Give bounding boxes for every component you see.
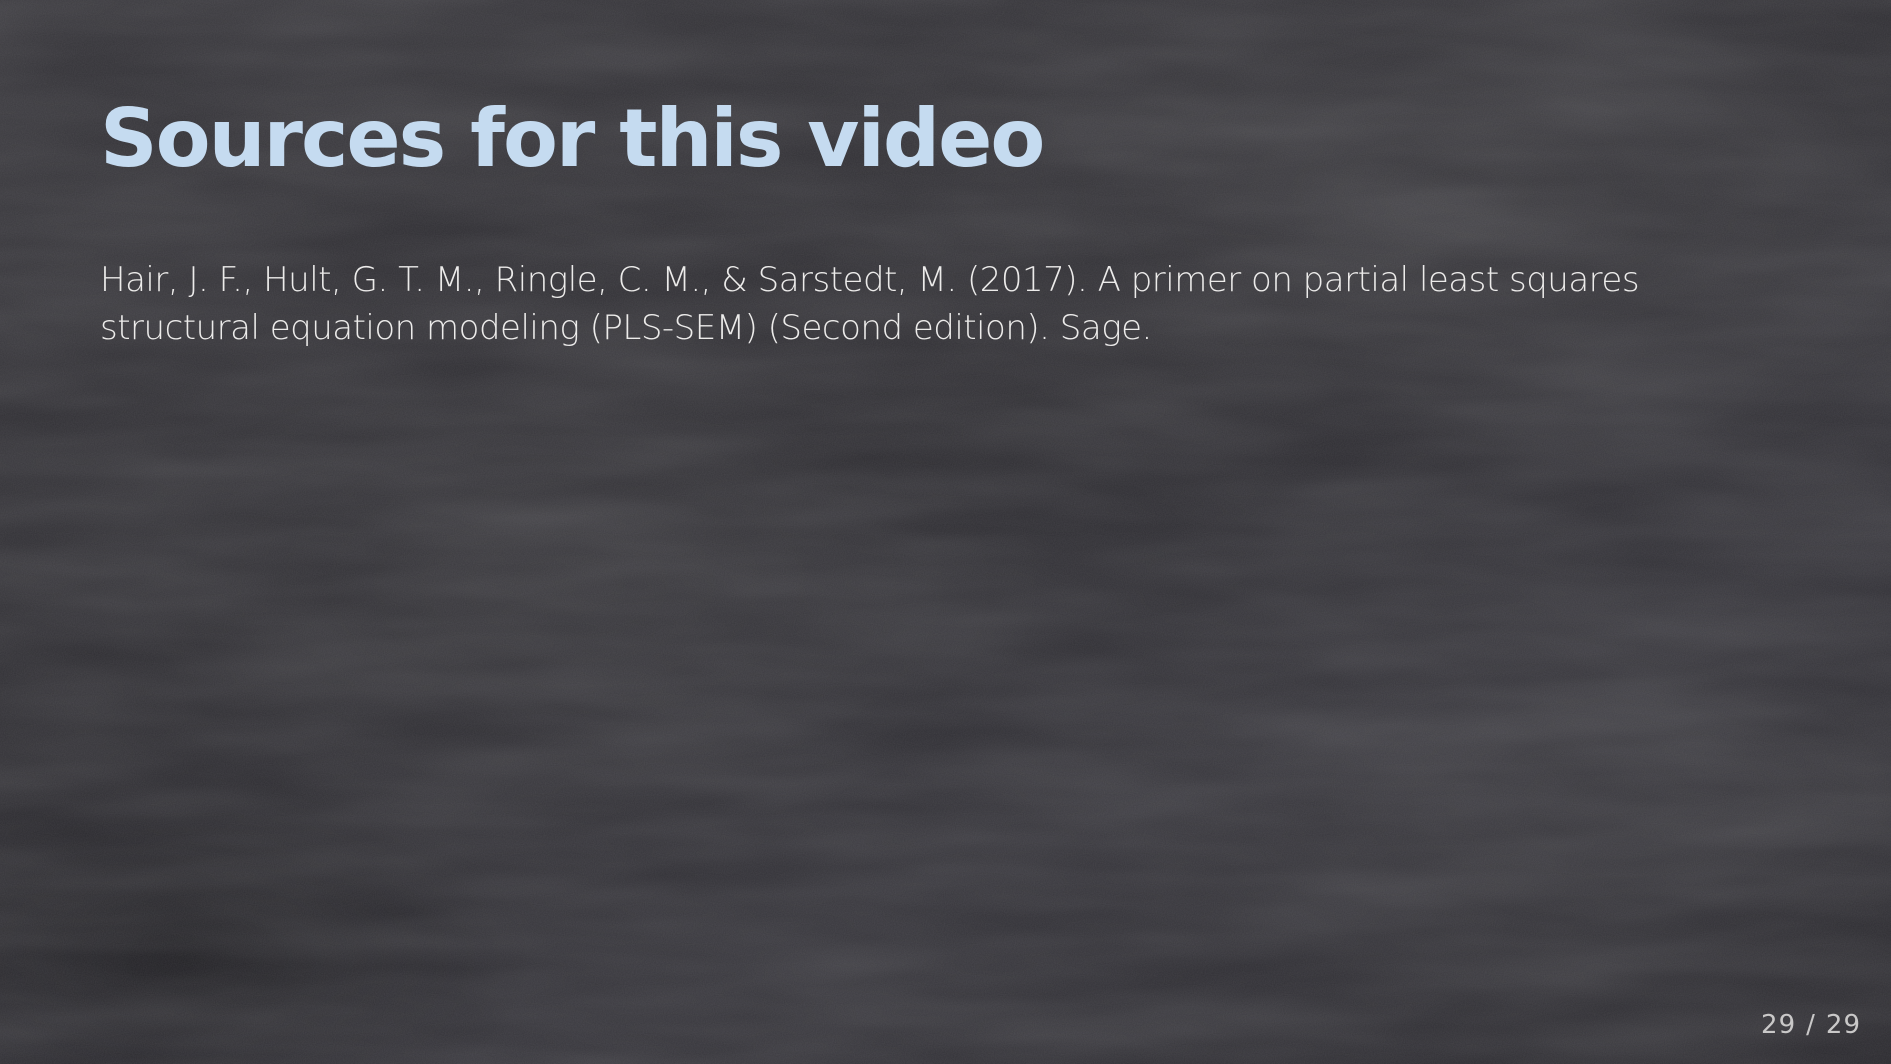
slide: Sources for this video Hair, J. F., Hult… [0,0,1891,1064]
reference-citation: Hair, J. F., Hult, G. T. M., Ringle, C. … [100,260,1640,348]
slide-title: Sources for this video [100,92,1045,185]
page-total: 29 [1825,1010,1861,1040]
page-current: 29 [1761,1010,1797,1040]
page-separator: / [1806,1010,1816,1040]
page-number: 29 / 29 [1761,1010,1861,1040]
